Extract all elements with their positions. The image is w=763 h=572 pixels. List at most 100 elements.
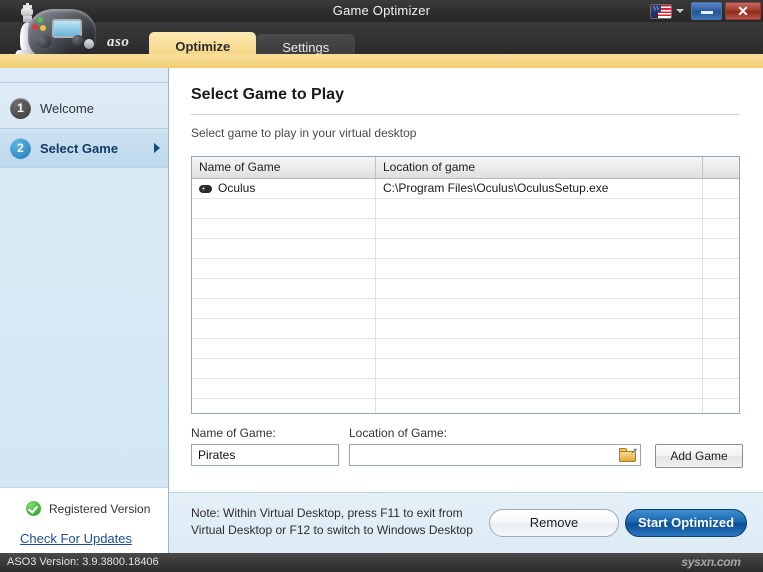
column-header-extra[interactable] bbox=[703, 157, 739, 178]
table-header-row: Name of Game Location of game bbox=[192, 157, 739, 179]
cell-name bbox=[192, 219, 376, 238]
table-empty-row bbox=[192, 379, 739, 399]
table-empty-row bbox=[192, 399, 739, 414]
sidebar-item-welcome[interactable]: 1 Welcome bbox=[0, 88, 168, 128]
cell-location bbox=[376, 279, 703, 298]
open-folder-icon[interactable]: ↗ bbox=[619, 448, 637, 463]
table-empty-row bbox=[192, 339, 739, 359]
table-row[interactable]: Oculus C:\Program Files\Oculus\OculusSetu… bbox=[192, 179, 739, 199]
application-window: Game Optimizer ✕ aso Optimize Settings H… bbox=[0, 0, 763, 572]
remove-button[interactable]: Remove bbox=[489, 509, 619, 537]
cell-extra bbox=[703, 279, 739, 298]
page-title: Select Game to Play bbox=[191, 86, 344, 104]
chevron-right-icon bbox=[154, 143, 160, 153]
games-table[interactable]: Name of Game Location of game Oculus C:\P… bbox=[191, 156, 740, 414]
action-bar: Note: Within Virtual Desktop, press F11 … bbox=[169, 492, 763, 553]
virtual-desktop-note: Note: Within Virtual Desktop, press F11 … bbox=[191, 505, 473, 539]
gamepad-button-red bbox=[32, 24, 38, 30]
cell-location bbox=[376, 339, 703, 358]
cell-extra bbox=[703, 259, 739, 278]
cell-extra bbox=[703, 239, 739, 258]
check-for-updates-link[interactable]: Check For Updates bbox=[20, 531, 132, 546]
gold-divider-strip bbox=[0, 54, 763, 69]
game-icon bbox=[199, 183, 212, 194]
cell-location bbox=[376, 379, 703, 398]
cell-extra bbox=[703, 179, 739, 198]
step-number-badge: 2 bbox=[10, 138, 31, 159]
title-divider bbox=[191, 114, 739, 115]
add-game-button[interactable]: Add Game bbox=[655, 444, 743, 468]
gamepad-stick-left bbox=[37, 35, 51, 48]
gamepad-stick-right bbox=[72, 35, 84, 46]
cell-name bbox=[192, 399, 376, 414]
note-line-2: Virtual Desktop or F12 to switch to Wind… bbox=[191, 523, 473, 537]
cell-name-text: Oculus bbox=[218, 179, 255, 198]
cell-location bbox=[376, 319, 703, 338]
cell-name bbox=[192, 199, 376, 218]
cell-extra bbox=[703, 359, 739, 378]
sidebar-top-divider bbox=[0, 82, 168, 83]
cell-name bbox=[192, 279, 376, 298]
table-empty-row bbox=[192, 199, 739, 219]
sidebar-item-select-game[interactable]: 2 Select Game bbox=[0, 128, 168, 168]
sidebar-item-label: Select Game bbox=[40, 141, 118, 156]
gamepad-button-yellow bbox=[40, 25, 46, 31]
window-controls: ✕ bbox=[650, 1, 761, 21]
location-of-game-input[interactable] bbox=[349, 444, 641, 466]
sidebar-item-label: Welcome bbox=[40, 101, 94, 116]
status-bar: ASO3 Version: 3.9.3800.18406 sysxn.com bbox=[0, 553, 763, 572]
add-game-form: Name of Game: Pirates Location of Game: … bbox=[191, 426, 743, 472]
table-empty-row bbox=[192, 279, 739, 299]
registered-label: Registered Version bbox=[49, 502, 150, 516]
title-bar: Game Optimizer ✕ bbox=[0, 0, 763, 22]
cell-extra bbox=[703, 379, 739, 398]
language-chevron-down-icon[interactable] bbox=[676, 9, 684, 13]
cell-location bbox=[376, 219, 703, 238]
name-of-game-label: Name of Game: bbox=[191, 426, 276, 440]
gamepad-button-green bbox=[37, 17, 43, 23]
cell-extra bbox=[703, 319, 739, 338]
cell-name bbox=[192, 339, 376, 358]
table-empty-row bbox=[192, 359, 739, 379]
sidebar: 1 Welcome 2 Select Game Registered Versi… bbox=[0, 68, 169, 553]
note-line-1: Note: Within Virtual Desktop, press F11 … bbox=[191, 506, 463, 520]
table-empty-row bbox=[192, 239, 739, 259]
main-panel: Select Game to Play Select game to play … bbox=[169, 68, 763, 492]
check-circle-icon bbox=[26, 501, 41, 516]
folder-arrow: ↗ bbox=[630, 447, 638, 456]
flag-canton bbox=[651, 5, 661, 12]
cell-name bbox=[192, 259, 376, 278]
cell-extra bbox=[703, 219, 739, 238]
start-optimized-button[interactable]: Start Optimized bbox=[625, 509, 747, 537]
column-header-location[interactable]: Location of game bbox=[376, 157, 703, 178]
cell-name bbox=[192, 319, 376, 338]
cell-name bbox=[192, 359, 376, 378]
cell-location bbox=[376, 239, 703, 258]
main-content: Select Game to Play Select game to play … bbox=[169, 68, 763, 553]
cell-location bbox=[376, 259, 703, 278]
watermark-text: sysxn.com bbox=[663, 554, 759, 570]
cell-location bbox=[376, 399, 703, 414]
table-empty-row bbox=[192, 259, 739, 279]
table-empty-row bbox=[192, 319, 739, 339]
name-of-game-input[interactable]: Pirates bbox=[191, 444, 339, 466]
cell-extra bbox=[703, 199, 739, 218]
step-number-badge: 1 bbox=[10, 98, 31, 119]
cell-location: C:\Program Files\Oculus\OculusSetup.exe bbox=[376, 179, 703, 198]
cell-location bbox=[376, 199, 703, 218]
window-title: Game Optimizer bbox=[0, 0, 763, 22]
us-flag-icon[interactable] bbox=[650, 4, 672, 19]
table-empty-row bbox=[192, 299, 739, 319]
cell-name bbox=[192, 299, 376, 318]
table-body: Oculus C:\Program Files\Oculus\OculusSetu… bbox=[192, 179, 739, 414]
version-text: ASO3 Version: 3.9.3800.18406 bbox=[7, 553, 159, 572]
cell-extra bbox=[703, 399, 739, 414]
minimize-button[interactable] bbox=[691, 2, 722, 20]
cell-name: Oculus bbox=[192, 179, 376, 198]
sidebar-footer: Registered Version Check For Updates bbox=[0, 487, 168, 553]
cell-extra bbox=[703, 339, 739, 358]
table-empty-row bbox=[192, 219, 739, 239]
column-header-name[interactable]: Name of Game bbox=[192, 157, 376, 178]
cell-location bbox=[376, 359, 703, 378]
close-button[interactable]: ✕ bbox=[725, 2, 761, 20]
